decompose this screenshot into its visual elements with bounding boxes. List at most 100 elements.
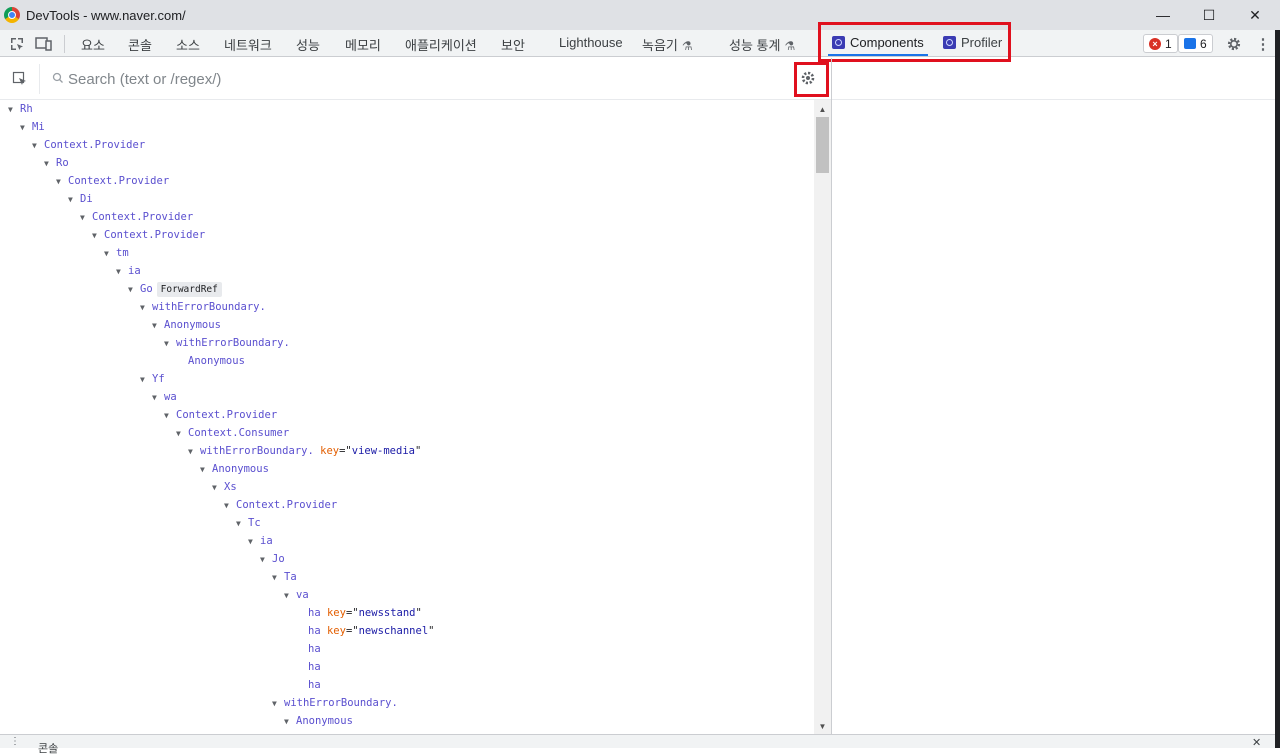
expand-arrow-icon[interactable]: ▼: [140, 299, 152, 317]
tree-row[interactable]: ▼ Context.Provider: [164, 406, 277, 424]
drawer-close-icon[interactable]: ✕: [1252, 736, 1261, 749]
expand-arrow-icon[interactable]: ▼: [68, 191, 80, 209]
tree-row[interactable]: ▼ Anonymous: [200, 460, 269, 478]
tree-row[interactable]: ha: [296, 640, 321, 658]
expand-arrow-icon[interactable]: ▼: [260, 551, 272, 569]
tree-row[interactable]: ▼ wa: [152, 388, 177, 406]
expand-arrow-icon[interactable]: ▼: [188, 443, 200, 461]
tree-row[interactable]: ▼ Context.Provider: [32, 136, 145, 154]
expand-arrow-icon[interactable]: ▼: [224, 497, 236, 515]
tree-row[interactable]: ▼ tm: [104, 244, 129, 262]
drawer-tab-console[interactable]: 콘솔: [38, 740, 58, 756]
tree-row[interactable]: ▼ Context.Provider: [224, 496, 337, 514]
expand-arrow-icon[interactable]: ▼: [236, 515, 248, 533]
device-toggle-icon[interactable]: [35, 35, 53, 53]
tree-row[interactable]: ▼ Di: [68, 190, 93, 208]
tree-row[interactable]: ▼ Anonymous: [152, 316, 221, 334]
tree-row[interactable]: ▼ Context.Provider: [56, 172, 169, 190]
pane-divider[interactable]: [831, 58, 832, 734]
expand-arrow-icon[interactable]: ▼: [32, 137, 44, 155]
expand-arrow-icon[interactable]: ▼: [164, 335, 176, 353]
expand-arrow-icon[interactable]: ▼: [248, 533, 260, 551]
tab-recorder[interactable]: 녹음기 ⚗: [642, 35, 693, 54]
tree-row[interactable]: ▼ withErrorBoundary.: [164, 334, 290, 352]
component-name: Context.Provider: [92, 211, 194, 223]
tab-security[interactable]: 보안: [501, 35, 525, 54]
tree-row[interactable]: ▼ Jo: [260, 550, 285, 568]
tab-performance[interactable]: 성능: [296, 35, 320, 54]
tree-row[interactable]: ▼ Anonymous: [284, 712, 353, 730]
expand-arrow-icon[interactable]: ▼: [92, 227, 104, 245]
tab-memory[interactable]: 메모리: [345, 35, 381, 54]
expand-arrow-icon[interactable]: ▼: [140, 371, 152, 389]
tree-row[interactable]: ▼ Ta: [272, 568, 297, 586]
tree-row[interactable]: ▼ Rh: [8, 100, 33, 118]
devtools-tab-bar: 요소 콘솔 소스 네트워크 성능 메모리 애플리케이션 보안 Lighthous…: [0, 30, 1280, 57]
tree-row[interactable]: ▼ withErrorBoundary.: [140, 298, 266, 316]
console-drawer: [0, 734, 1275, 748]
tree-row[interactable]: ▼ Context.Provider: [80, 208, 193, 226]
tree-row[interactable]: ▼ Xs: [212, 478, 237, 496]
tree-row[interactable]: ha: [296, 658, 321, 676]
tree-row[interactable]: ▼ Go ForwardRef: [128, 280, 222, 298]
search-input[interactable]: [68, 68, 768, 90]
flask-icon: ⚗: [681, 39, 693, 53]
errors-badge[interactable]: × 1: [1143, 34, 1178, 53]
expand-arrow-icon[interactable]: ▼: [212, 479, 224, 497]
tree-row[interactable]: ▼ ia: [116, 262, 141, 280]
tab-elements[interactable]: 요소: [81, 35, 105, 54]
tree-row[interactable]: ▼ Context.Provider: [92, 226, 205, 244]
tab-lighthouse[interactable]: Lighthouse: [559, 35, 623, 50]
expand-arrow-icon[interactable]: ▼: [176, 425, 188, 443]
tree-row[interactable]: ▼ withErrorBoundary. key="view-media": [188, 442, 421, 460]
select-element-icon[interactable]: [12, 71, 28, 87]
tab-network[interactable]: 네트워크: [224, 35, 272, 54]
tab-console[interactable]: 콘솔: [128, 35, 152, 54]
tree-row[interactable]: ha: [296, 676, 321, 694]
expand-arrow-icon[interactable]: ▼: [284, 587, 296, 605]
expand-arrow-icon[interactable]: ▼: [56, 173, 68, 191]
settings-gear-icon[interactable]: [1225, 35, 1243, 53]
tab-performance-insights-label: 성능 통계: [729, 38, 781, 53]
expand-arrow-icon[interactable]: ▼: [104, 245, 116, 263]
minimize-button[interactable]: —: [1140, 0, 1186, 30]
tree-row[interactable]: ▼ Mi: [20, 118, 45, 136]
expand-arrow-icon[interactable]: ▼: [272, 569, 284, 587]
scroll-down-icon[interactable]: ▼: [814, 719, 831, 733]
tree-row[interactable]: ▼ Context.Consumer: [176, 424, 289, 442]
expand-arrow-icon[interactable]: ▼: [200, 461, 212, 479]
maximize-button[interactable]: ☐: [1186, 0, 1232, 30]
expand-arrow-icon[interactable]: ▼: [272, 695, 284, 713]
expand-arrow-icon[interactable]: ▼: [20, 119, 32, 137]
expand-arrow-icon[interactable]: ▼: [284, 713, 296, 731]
tree-row[interactable]: ▼ Tc: [236, 514, 261, 532]
expand-arrow-icon[interactable]: ▼: [152, 389, 164, 407]
tree-row[interactable]: ▼ withErrorBoundary.: [272, 694, 398, 712]
tree-row[interactable]: ha key="newsstand": [296, 604, 422, 622]
component-name: ha: [308, 661, 321, 673]
expand-arrow-icon[interactable]: ▼: [80, 209, 92, 227]
expand-arrow-icon[interactable]: ▼: [152, 317, 164, 335]
tree-row[interactable]: ▼ va: [284, 586, 309, 604]
tab-sources[interactable]: 소스: [176, 35, 200, 54]
tree-row[interactable]: ▼ Ro: [44, 154, 69, 172]
tree-row[interactable]: ▼ Yf: [140, 370, 165, 388]
tree-row[interactable]: ha key="newschannel": [296, 622, 434, 640]
scroll-up-icon[interactable]: ▲: [814, 102, 831, 116]
scrollbar-thumb[interactable]: [816, 117, 829, 173]
more-options-kebab-icon[interactable]: ⋮: [1254, 35, 1272, 53]
inspect-element-icon[interactable]: [8, 35, 26, 53]
tree-row[interactable]: ▼ ia: [248, 532, 273, 550]
close-button[interactable]: ✕: [1232, 0, 1278, 30]
expand-arrow-icon[interactable]: ▼: [44, 155, 56, 173]
expand-arrow-icon[interactable]: ▼: [8, 101, 20, 119]
expand-arrow-icon[interactable]: ▼: [164, 407, 176, 425]
expand-arrow-icon[interactable]: ▼: [116, 263, 128, 281]
tab-performance-insights[interactable]: 성능 통계 ⚗: [729, 35, 795, 54]
tree-row[interactable]: Anonymous: [176, 352, 245, 370]
drawer-menu-icon[interactable]: ⋮: [10, 736, 20, 747]
tab-application[interactable]: 애플리케이션: [405, 35, 477, 54]
expand-arrow-icon[interactable]: ▼: [128, 281, 140, 299]
tree-scrollbar[interactable]: [814, 100, 831, 734]
messages-badge[interactable]: 6: [1178, 34, 1213, 53]
